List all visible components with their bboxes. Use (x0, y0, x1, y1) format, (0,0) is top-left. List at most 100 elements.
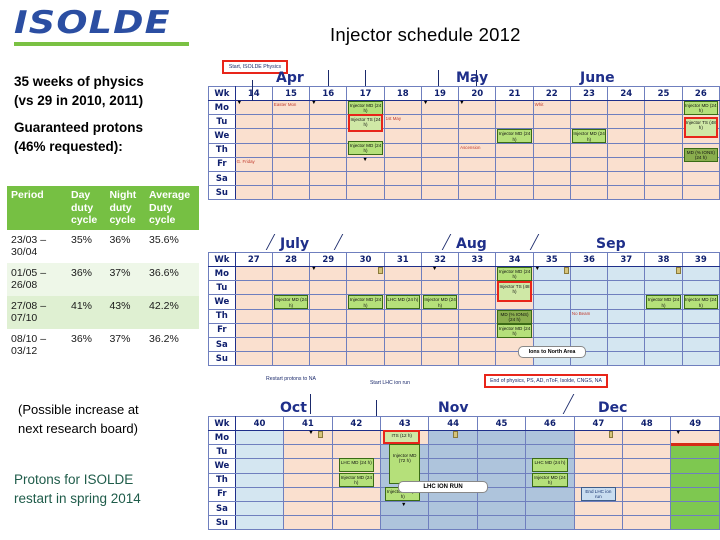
schedule-cell[interactable] (458, 308, 497, 324)
schedule-cell[interactable] (420, 336, 460, 353)
schedule-cell[interactable] (234, 486, 285, 502)
schedule-cell[interactable] (573, 500, 624, 517)
schedule-cell[interactable] (271, 322, 311, 338)
schedule-cell[interactable]: ▼ (309, 265, 348, 282)
schedule-cell[interactable] (607, 265, 646, 282)
schedule-cell[interactable] (283, 500, 333, 517)
schedule-cell[interactable] (532, 170, 571, 187)
schedule-cell[interactable] (458, 170, 497, 187)
schedule-cell[interactable] (428, 515, 478, 531)
schedule-cell[interactable] (607, 351, 646, 367)
schedule-cell[interactable] (569, 265, 609, 282)
schedule-cell[interactable]: End LHC ion run (573, 486, 624, 502)
schedule-cell[interactable] (681, 351, 720, 367)
schedule-cell[interactable] (271, 185, 311, 201)
schedule-cell[interactable] (234, 185, 273, 201)
schedule-cell[interactable] (532, 322, 571, 338)
schedule-cell[interactable] (681, 170, 720, 187)
schedule-cell[interactable]: Injector MD (24 h) (525, 472, 575, 488)
schedule-cell[interactable] (383, 142, 422, 158)
schedule-cell[interactable] (495, 142, 534, 158)
event-chip[interactable]: Injector MD (24 h) (497, 129, 532, 144)
schedule-cell[interactable]: G. Friday (234, 156, 273, 172)
schedule-cell[interactable] (420, 280, 460, 296)
schedule-cell[interactable]: Whit (532, 99, 571, 116)
schedule-cell[interactable] (622, 515, 672, 531)
schedule-cell[interactable]: Injector MD (24 h) (346, 294, 385, 310)
schedule-cell[interactable] (331, 500, 382, 517)
event-chip[interactable]: Injector MD (24 h) (348, 295, 383, 310)
schedule-cell[interactable] (476, 458, 527, 474)
schedule-cell[interactable] (569, 170, 609, 187)
schedule-cell[interactable] (670, 500, 720, 517)
schedule-cell[interactable] (670, 458, 720, 474)
schedule-cell[interactable]: LHC MD (24 h) (525, 458, 575, 474)
schedule-cell[interactable]: Injector MD (24 h) (495, 128, 534, 144)
schedule-cell[interactable] (309, 128, 348, 144)
schedule-cell[interactable] (383, 156, 422, 172)
schedule-cell[interactable]: Injector MD (24 h) (569, 128, 609, 144)
schedule-cell[interactable] (607, 336, 646, 353)
schedule-cell[interactable] (428, 500, 478, 517)
schedule-cell[interactable] (458, 128, 497, 144)
schedule-cell[interactable] (420, 128, 460, 144)
schedule-cell[interactable] (681, 185, 720, 201)
schedule-cell[interactable] (573, 515, 624, 531)
schedule-cell[interactable] (532, 128, 571, 144)
schedule-cell[interactable] (271, 128, 311, 144)
schedule-cell[interactable] (309, 351, 348, 367)
event-chip[interactable]: Injector MD (24 h) (338, 472, 375, 487)
schedule-cell[interactable] (681, 265, 720, 282)
schedule-cell[interactable]: Injector TS (48 h) (495, 280, 534, 303)
event-chip-injector-ts-48[interactable]: Injector TS (48 h) (683, 117, 718, 139)
schedule-cell[interactable] (428, 458, 478, 474)
schedule-cell[interactable] (271, 156, 311, 172)
schedule-cell[interactable] (458, 185, 497, 201)
schedule-cell[interactable] (234, 128, 273, 144)
schedule-cell[interactable] (476, 515, 527, 531)
event-chip-its[interactable]: ITS (12 h) (383, 430, 421, 444)
schedule-cell[interactable]: Injector MD (24 h) (495, 322, 534, 338)
schedule-cell[interactable]: LHC MD (24 h) (383, 294, 422, 310)
schedule-cell[interactable]: Injector MD (24 h) (271, 294, 311, 310)
schedule-cell[interactable] (644, 99, 683, 116)
schedule-cell[interactable] (495, 170, 534, 187)
schedule-cell[interactable] (644, 336, 683, 353)
schedule-cell[interactable] (420, 322, 460, 338)
schedule-cell[interactable] (283, 444, 333, 460)
schedule-cell[interactable] (383, 185, 422, 201)
schedule-cell[interactable] (234, 515, 285, 531)
schedule-cell[interactable] (644, 142, 683, 158)
schedule-cell[interactable]: ▼ (458, 99, 497, 116)
schedule-cell[interactable]: LHC MD (24 h) (331, 458, 382, 474)
schedule-cell[interactable] (271, 170, 311, 187)
schedule-cell[interactable] (495, 99, 534, 116)
schedule-cell[interactable] (420, 185, 460, 201)
schedule-cell[interactable] (309, 280, 348, 296)
schedule-cell[interactable] (644, 280, 683, 296)
event-chip[interactable]: Injector MD (24 h) (422, 295, 458, 310)
schedule-cell[interactable] (644, 156, 683, 172)
event-chip[interactable]: Injector MD (24 h) (683, 101, 718, 115)
schedule-cell[interactable] (607, 99, 646, 116)
schedule-cell[interactable] (346, 170, 385, 187)
schedule-cell[interactable]: ▼ (346, 156, 385, 172)
schedule-cell[interactable] (607, 185, 646, 201)
schedule-cell[interactable]: Injector MD (24 h) (681, 294, 720, 310)
schedule-cell[interactable] (383, 99, 422, 116)
schedule-cell[interactable] (573, 472, 624, 488)
schedule-cell[interactable] (283, 486, 333, 502)
event-chip[interactable]: Injector MD (24 h) (532, 472, 568, 487)
schedule-cell[interactable] (607, 308, 646, 324)
schedule-cell[interactable]: No Beam (569, 308, 609, 324)
schedule-cell[interactable] (234, 265, 273, 282)
schedule-cell[interactable]: ▼ (380, 500, 430, 517)
schedule-cell[interactable] (532, 294, 571, 310)
schedule-cell[interactable] (681, 336, 720, 353)
schedule-cell[interactable] (670, 443, 720, 460)
event-chip[interactable]: Injector MD (24 h) (646, 295, 681, 310)
schedule-cell[interactable] (670, 515, 720, 531)
schedule-cell[interactable] (420, 156, 460, 172)
schedule-cell[interactable] (458, 336, 497, 353)
schedule-cell[interactable] (420, 308, 460, 324)
